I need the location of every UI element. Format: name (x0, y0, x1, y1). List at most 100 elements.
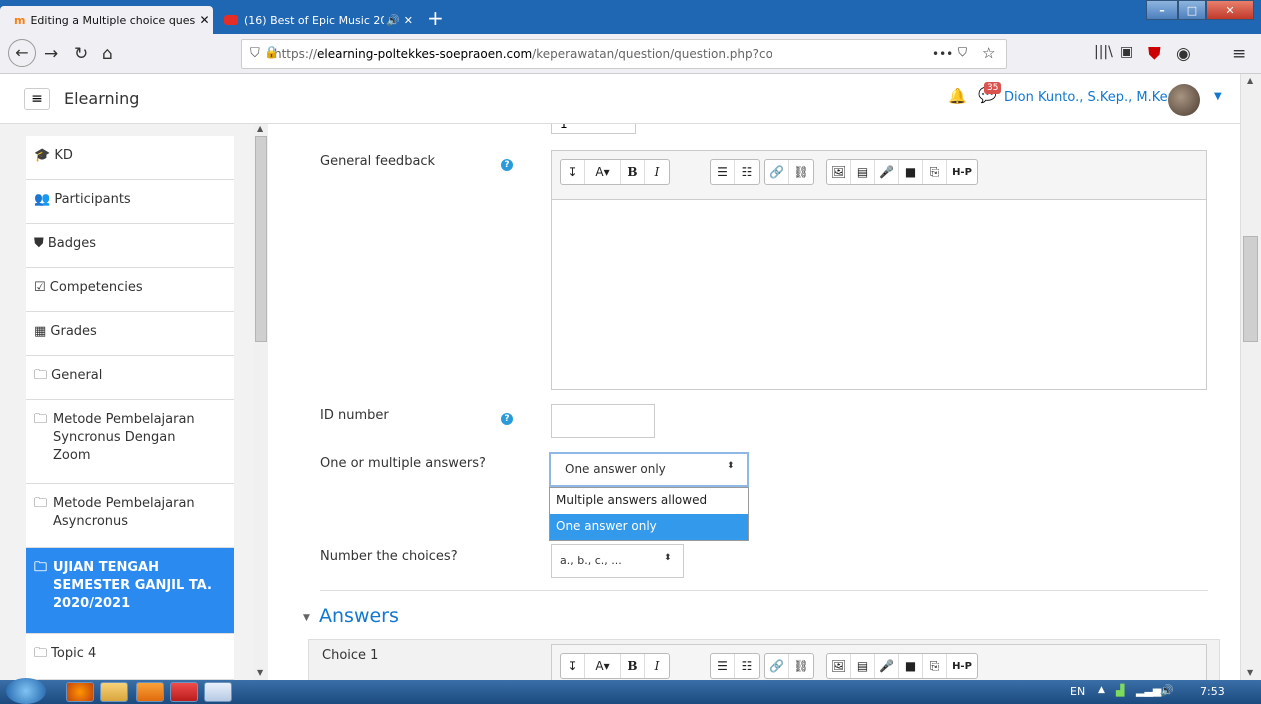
help-icon[interactable]: ? (501, 159, 513, 171)
scroll-up-arrow[interactable]: ▲ (257, 124, 263, 133)
h5p-icon[interactable]: H-P (947, 654, 977, 678)
image-icon[interactable]: 🖼 (827, 654, 851, 678)
explorer-taskbar-icon[interactable] (100, 682, 128, 702)
tab-epic-music[interactable]: (16) Best of Epic Music 2017 🔊 ✕ (220, 6, 414, 34)
italic-icon[interactable]: I (645, 654, 669, 678)
start-button[interactable] (6, 678, 46, 704)
sidebar-scrollbar[interactable]: ▲ ▼ (254, 124, 268, 680)
sidebar-item-uts[interactable]: 🗀 UJIAN TENGAH SEMESTER GANJIL TA. 2020/2… (26, 548, 234, 634)
close-window-button[interactable]: ✕ (1206, 0, 1254, 20)
sidebar-item-general[interactable]: 🗀 General (26, 356, 234, 400)
network-icon[interactable]: ▟ (1116, 684, 1124, 697)
toolbar-group-style: ↧ A▾ B I (560, 653, 670, 679)
sidebar-item-kd[interactable]: 🎓 KD (26, 136, 234, 180)
h5p-icon[interactable]: H-P (947, 160, 977, 184)
choice1-editor[interactable]: ↧ A▾ B I ☰ ☷ 🔗 ⛓ 🖼 ▤ 🎤 ■ ⎘ H-P (551, 644, 1207, 680)
audio-record-icon[interactable]: 🎤 (875, 160, 899, 184)
sidebar-icon[interactable]: ▣ (1120, 44, 1133, 60)
answers-collapse-icon[interactable]: ▼ (303, 613, 310, 623)
user-menu-name[interactable]: Dion Kunto., S.Kep., M.Kep (1004, 90, 1176, 105)
word-taskbar-icon[interactable] (204, 682, 232, 702)
default-mark-input[interactable]: 1 (551, 124, 636, 134)
reload-icon[interactable]: ↻ (74, 44, 88, 64)
forward-icon[interactable]: → (44, 44, 58, 64)
firefox-taskbar-icon[interactable] (66, 682, 94, 702)
sidebar-item-competencies[interactable]: ☑ Competencies (26, 268, 234, 312)
video-record-icon[interactable]: ■ (899, 654, 923, 678)
url-bar[interactable]: ⛉ 🔒 https://elearning-poltekkes-soepraoe… (241, 39, 1007, 69)
unordered-list-icon[interactable]: ☰ (711, 654, 735, 678)
menu-icon[interactable]: ≡ (1232, 44, 1246, 64)
close-tab-icon[interactable]: ✕ (404, 14, 413, 27)
download-taskbar-icon[interactable] (170, 682, 198, 702)
one-multiple-select[interactable]: One answer only ⬍ (549, 452, 749, 487)
collapse-toolbar-icon[interactable]: ↧ (561, 654, 585, 678)
media-file-icon[interactable]: ▤ (851, 654, 875, 678)
option-multiple[interactable]: Multiple answers allowed (550, 488, 748, 514)
sidebar-item-topic4[interactable]: 🗀 Topic 4 (26, 634, 234, 680)
sidebar-item-participants[interactable]: 👥 Participants (26, 180, 234, 224)
new-tab-button[interactable]: + (427, 6, 444, 30)
avatar[interactable] (1168, 84, 1200, 116)
paragraph-style-icon[interactable]: A▾ (585, 654, 621, 678)
back-icon[interactable]: ← (8, 39, 36, 67)
signal-icon[interactable]: ▂▃▅ (1136, 684, 1161, 697)
scroll-down-arrow[interactable]: ▼ (257, 668, 263, 677)
home-icon[interactable]: ⌂ (102, 44, 113, 64)
site-title[interactable]: Elearning (64, 89, 139, 108)
scroll-up-arrow[interactable]: ▲ (1247, 76, 1253, 85)
image-icon[interactable]: 🖼 (827, 160, 851, 184)
page-actions-icon[interactable]: ••• (932, 47, 953, 61)
library-icon[interactable]: |||\ (1094, 44, 1113, 60)
unlink-icon[interactable]: ⛓ (789, 160, 813, 184)
italic-icon[interactable]: I (645, 160, 669, 184)
unordered-list-icon[interactable]: ☰ (711, 160, 735, 184)
maximize-button[interactable]: □ (1178, 0, 1206, 20)
video-record-icon[interactable]: ■ (899, 160, 923, 184)
number-choices-select[interactable]: a., b., c., ... ⬍ (551, 544, 684, 578)
media-file-icon[interactable]: ▤ (851, 160, 875, 184)
scroll-thumb[interactable] (1243, 236, 1258, 342)
paragraph-style-icon[interactable]: A▾ (585, 160, 621, 184)
general-feedback-editor[interactable]: ↧ A▾ B I ☰ ☷ 🔗 ⛓ 🖼 ▤ 🎤 ■ ⎘ H-P (551, 150, 1207, 390)
ordered-list-icon[interactable]: ☷ (735, 160, 759, 184)
bold-icon[interactable]: B (621, 654, 645, 678)
audio-record-icon[interactable]: 🎤 (875, 654, 899, 678)
answers-heading[interactable]: Answers (319, 605, 399, 627)
feedback-text-area[interactable] (552, 199, 1206, 389)
unlink-icon[interactable]: ⛓ (789, 654, 813, 678)
manage-files-icon[interactable]: ⎘ (923, 654, 947, 678)
page-scrollbar[interactable]: ▲ ▼ (1240, 74, 1261, 680)
user-menu-caret-icon[interactable]: ▼ (1214, 91, 1222, 102)
tab-editing-question[interactable]: m Editing a Multiple choice quest ✕ (0, 6, 213, 34)
collapse-toolbar-icon[interactable]: ↧ (561, 160, 585, 184)
pocket-icon[interactable]: ⛉ (958, 45, 967, 60)
link-icon[interactable]: 🔗 (765, 654, 789, 678)
sidebar-item-async[interactable]: 🗀 Metode Pembelajaran Asyncronus (26, 484, 234, 548)
clock[interactable]: 7:53 (1200, 685, 1225, 698)
sidebar-item-grades[interactable]: ▦ Grades (26, 312, 234, 356)
manage-files-icon[interactable]: ⎘ (923, 160, 947, 184)
volume-icon[interactable]: 🔊 (1160, 684, 1174, 697)
tray-arrow-icon[interactable]: ▲ (1098, 685, 1105, 695)
media-player-taskbar-icon[interactable] (136, 682, 164, 702)
close-tab-icon[interactable]: ✕ (199, 13, 209, 27)
bold-icon[interactable]: B (621, 160, 645, 184)
minimize-button[interactable]: – (1146, 0, 1178, 20)
scroll-down-arrow[interactable]: ▼ (1247, 668, 1253, 677)
sidebar-item-sync[interactable]: 🗀 Metode Pembelajaran Syncronus Dengan Zo… (26, 400, 234, 484)
account-icon[interactable]: ◉ (1176, 44, 1191, 64)
link-icon[interactable]: 🔗 (765, 160, 789, 184)
ublock-icon[interactable]: ⛊ (1148, 44, 1161, 64)
language-indicator[interactable]: EN (1070, 685, 1085, 698)
bookmark-star-icon[interactable]: ☆ (982, 44, 995, 62)
notifications-bell-icon[interactable]: 🔔 (948, 87, 967, 105)
id-number-input[interactable] (551, 404, 655, 438)
scroll-thumb[interactable] (255, 136, 267, 342)
option-one[interactable]: One answer only (550, 514, 748, 540)
speaker-icon[interactable]: 🔊 (386, 14, 400, 27)
ordered-list-icon[interactable]: ☷ (735, 654, 759, 678)
help-icon[interactable]: ? (501, 413, 513, 425)
sidebar-item-badges[interactable]: ⛊ Badges (26, 224, 234, 268)
drawer-toggle-icon[interactable]: ≡ (24, 88, 50, 110)
